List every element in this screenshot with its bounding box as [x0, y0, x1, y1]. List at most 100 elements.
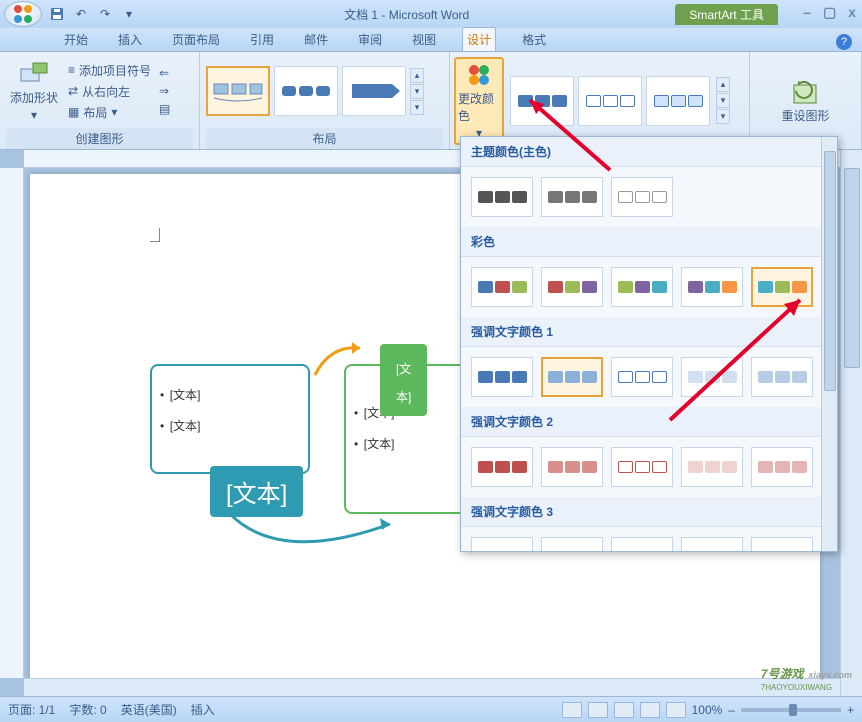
color-swatch[interactable]: [541, 357, 603, 397]
minimize-button[interactable]: –: [803, 4, 811, 21]
reset-graphic-button[interactable]: 重设图形: [777, 75, 833, 128]
promote-button[interactable]: ⇐: [157, 65, 172, 81]
color-section-theme: 主题颜色(主色): [461, 137, 837, 167]
tab-design[interactable]: 设计: [462, 27, 496, 51]
color-swatch[interactable]: [541, 447, 603, 487]
color-swatch[interactable]: [751, 447, 813, 487]
dropdown-scrollbar[interactable]: [821, 137, 837, 551]
color-swatch[interactable]: [681, 447, 743, 487]
change-color-label: 更改颜色: [458, 90, 500, 124]
layout-option-3[interactable]: [342, 66, 406, 116]
color-swatch[interactable]: [471, 267, 533, 307]
color-swatch[interactable]: [681, 537, 743, 552]
vertical-scrollbar[interactable]: [840, 150, 862, 696]
layout-more-button[interactable]: ▾: [410, 100, 424, 115]
color-swatch[interactable]: [681, 357, 743, 397]
layout-button[interactable]: ▦布局▾: [66, 103, 153, 122]
style-spinner: ▴ ▾ ▾: [716, 77, 730, 124]
color-swatch[interactable]: [471, 177, 533, 217]
color-swatch[interactable]: [611, 267, 673, 307]
color-swatch[interactable]: [611, 177, 673, 217]
status-bar: 页面: 1/1 字数: 0 英语(美国) 插入 100% – +: [0, 696, 862, 722]
color-swatch[interactable]: [541, 267, 603, 307]
color-swatch[interactable]: [751, 357, 813, 397]
style-down-button[interactable]: ▾: [716, 93, 730, 108]
view-web-layout[interactable]: [614, 702, 634, 718]
tab-mailings[interactable]: 邮件: [300, 28, 332, 51]
color-swatch[interactable]: [541, 177, 603, 217]
layout-up-button[interactable]: ▴: [410, 68, 424, 83]
status-language[interactable]: 英语(美国): [121, 701, 177, 718]
view-full-screen[interactable]: [588, 702, 608, 718]
layout-down-button[interactable]: ▾: [410, 84, 424, 99]
qat-more-icon[interactable]: ▾: [120, 5, 138, 23]
style-option-1[interactable]: [510, 76, 574, 126]
tab-insert[interactable]: 插入: [114, 28, 146, 51]
color-swatch[interactable]: [541, 537, 603, 552]
view-outline[interactable]: [640, 702, 660, 718]
smartart-graphic[interactable]: • [文本] • [文本] [文本] • [文本] • [文本] [文本]: [150, 364, 310, 474]
save-icon[interactable]: [48, 5, 66, 23]
smartart-shape-1[interactable]: • [文本] • [文本]: [150, 364, 310, 474]
redo-icon[interactable]: ↷: [96, 5, 114, 23]
vertical-ruler[interactable]: [0, 168, 24, 678]
close-button[interactable]: x: [848, 4, 856, 21]
help-icon[interactable]: ?: [836, 34, 852, 50]
view-draft[interactable]: [666, 702, 686, 718]
color-section-accent1: 强调文字颜色 1: [461, 317, 837, 347]
styles-gallery: [508, 74, 712, 128]
color-swatch[interactable]: [471, 537, 533, 552]
undo-icon[interactable]: ↶: [72, 5, 90, 23]
demote-button[interactable]: ⇒: [157, 83, 172, 99]
style-option-2[interactable]: [578, 76, 642, 126]
zoom-out-button[interactable]: –: [728, 703, 735, 717]
layout-option-1[interactable]: [206, 66, 270, 116]
color-swatch[interactable]: [471, 447, 533, 487]
status-words[interactable]: 字数: 0: [69, 701, 106, 718]
zoom-slider[interactable]: [741, 708, 841, 712]
change-color-button[interactable]: 更改颜色 ▾: [454, 57, 504, 145]
smartart-tools-label: SmartArt 工具: [675, 4, 778, 25]
zoom-in-button[interactable]: +: [847, 703, 854, 717]
smartart-connector: [210, 504, 410, 564]
color-swatch[interactable]: [471, 357, 533, 397]
reset-label: 重设图形: [781, 107, 829, 124]
tab-view[interactable]: 视图: [408, 28, 440, 51]
color-swatch[interactable]: [681, 267, 743, 307]
color-swatch[interactable]: [611, 447, 673, 487]
tab-references[interactable]: 引用: [246, 28, 278, 51]
color-section-accent2: 强调文字颜色 2: [461, 407, 837, 437]
add-shape-button[interactable]: 添加形状 ▾: [6, 59, 62, 124]
view-print-layout[interactable]: [562, 702, 582, 718]
scrollbar-thumb[interactable]: [824, 151, 836, 391]
tab-format[interactable]: 格式: [518, 28, 550, 51]
maximize-button[interactable]: ▢: [823, 4, 836, 21]
smartart-label-2[interactable]: [文本]: [380, 344, 427, 416]
text-pane-button[interactable]: ▤: [157, 101, 172, 117]
scrollbar-thumb[interactable]: [844, 168, 860, 368]
tab-page-layout[interactable]: 页面布局: [168, 28, 224, 51]
horizontal-scrollbar[interactable]: [24, 678, 840, 696]
status-page[interactable]: 页面: 1/1: [8, 701, 55, 718]
zoom-level[interactable]: 100%: [692, 703, 723, 717]
style-option-3[interactable]: [646, 76, 710, 126]
color-swatch[interactable]: [751, 537, 813, 552]
color-swatch[interactable]: [611, 537, 673, 552]
layout-group-label: 布局: [206, 128, 443, 149]
layout-option-2[interactable]: [274, 66, 338, 116]
text-cursor: [150, 228, 160, 242]
add-bullet-button[interactable]: ≡添加项目符号: [66, 61, 153, 80]
bullet-text: • [文本]: [160, 409, 300, 440]
smartart-arrow-orange: [310, 340, 370, 380]
add-shape-label: 添加形状: [10, 89, 58, 106]
tab-review[interactable]: 审阅: [354, 28, 386, 51]
style-more-button[interactable]: ▾: [716, 109, 730, 124]
tab-home[interactable]: 开始: [60, 28, 92, 51]
office-button[interactable]: [4, 1, 42, 27]
rtl-button[interactable]: ⇄从右向左: [66, 82, 153, 101]
style-up-button[interactable]: ▴: [716, 77, 730, 92]
color-swatch[interactable]: [611, 357, 673, 397]
change-color-dropdown: 主题颜色(主色) 彩色 强调文字颜色 1 强调文字颜色 2 强调文字颜色 3 .…: [460, 136, 838, 552]
color-swatch-selected[interactable]: [751, 267, 813, 307]
status-insert-mode[interactable]: 插入: [191, 701, 215, 718]
